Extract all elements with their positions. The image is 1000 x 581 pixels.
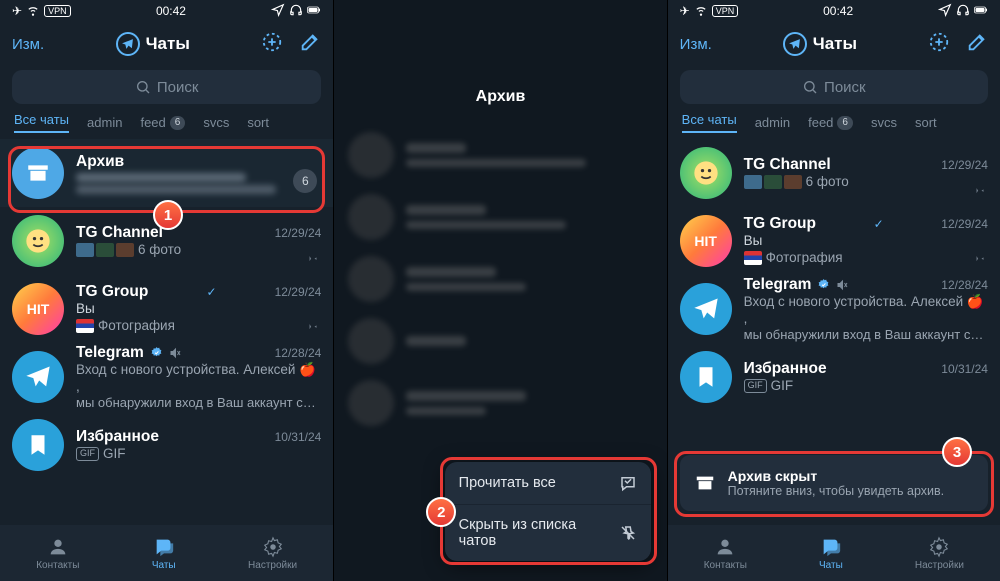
- headphones-icon: [289, 3, 303, 20]
- avatar: [680, 147, 732, 199]
- search-placeholder: Поиск: [824, 79, 866, 96]
- avatar: [12, 419, 64, 471]
- airplane-icon: ✈: [12, 4, 22, 18]
- context-menu: Прочитать все Скрыть из списка чатов: [445, 462, 651, 561]
- header: Изм. Чаты: [0, 22, 333, 66]
- compose-button[interactable]: [966, 31, 988, 58]
- mute-icon: [169, 347, 181, 359]
- wifi-icon: [26, 3, 40, 20]
- battery-icon: [974, 3, 988, 20]
- tab-sort[interactable]: sort: [915, 115, 937, 130]
- status-time: 00:42: [156, 4, 186, 18]
- panel-step-1: ✈ VPN 00:42 Изм. Чаты: [0, 0, 333, 581]
- chat-row-tg-channel[interactable]: TG Channel12/29/24 6 фото: [668, 139, 1000, 207]
- archive-title: Архив: [334, 88, 666, 106]
- tab-contacts[interactable]: Контакты: [36, 536, 79, 571]
- archive-icon: [694, 472, 716, 494]
- search-input[interactable]: Поиск: [680, 70, 988, 104]
- tab-chats[interactable]: Чаты: [819, 536, 843, 571]
- edit-button[interactable]: Изм.: [12, 36, 44, 53]
- folder-tabs: Все чаты admin feed6 svcs sort: [0, 112, 333, 139]
- tab-all-chats[interactable]: Все чаты: [682, 112, 737, 133]
- verified-icon: [817, 278, 830, 291]
- verified-icon: [150, 346, 163, 359]
- new-chat-button[interactable]: [928, 31, 950, 58]
- archive-icon: [12, 147, 64, 199]
- bottom-tab-bar: Контакты Чаты Настройки: [668, 525, 1000, 581]
- wifi-icon: [694, 3, 708, 20]
- panel-step-3: ✈ VPN 00:42 Изм. Чаты Поиск Вс: [667, 0, 1000, 581]
- tab-feed[interactable]: feed6: [140, 115, 185, 130]
- tab-all-chats[interactable]: Все чаты: [14, 112, 69, 133]
- page-title: Чаты: [813, 34, 857, 54]
- panel-step-2: Архив Прочитать все Скрыть из списка чат…: [333, 0, 666, 581]
- avatar: [680, 283, 732, 335]
- tab-settings[interactable]: Настройки: [915, 536, 964, 571]
- telegram-logo-icon: [116, 32, 140, 56]
- tab-feed[interactable]: feed6: [808, 115, 853, 130]
- tab-contacts[interactable]: Контакты: [704, 536, 747, 571]
- read-all-icon: [619, 474, 637, 492]
- headphones-icon: [956, 3, 970, 20]
- chat-row-tg-group[interactable]: HIT TG Group ✓ 12/29/24 Вы Фотография: [0, 275, 333, 343]
- tab-admin[interactable]: admin: [755, 115, 790, 130]
- step-badge-3: 3: [942, 437, 972, 467]
- telegram-logo-icon: [783, 32, 807, 56]
- location-icon: [938, 3, 952, 20]
- pin-icon: [972, 250, 986, 267]
- photo-thumbnails: [76, 243, 134, 257]
- toast-archive-hidden: Архив скрыт Потяните вниз, чтобы увидеть…: [680, 455, 988, 511]
- vpn-badge: VPN: [44, 5, 71, 17]
- read-check-icon: ✓: [206, 285, 216, 299]
- unpin-icon: [619, 524, 637, 542]
- mute-icon: [836, 279, 848, 291]
- edit-button[interactable]: Изм.: [680, 36, 712, 53]
- new-chat-button[interactable]: [261, 31, 283, 58]
- avatar: HIT: [12, 283, 64, 335]
- chat-row-tg-group[interactable]: HIT TG Group ✓ 12/29/24 Вы Фотография: [668, 207, 1000, 275]
- avatar: [680, 351, 732, 403]
- pin-icon: [972, 182, 986, 199]
- chat-row-archive[interactable]: Архив 6: [0, 139, 333, 207]
- tab-sort[interactable]: sort: [247, 115, 269, 130]
- search-icon: [135, 79, 151, 95]
- location-icon: [271, 3, 285, 20]
- search-placeholder: Поиск: [157, 79, 199, 96]
- status-bar: ✈ VPN 00:42: [668, 0, 1000, 22]
- pin-icon: [305, 250, 319, 267]
- pin-icon: [305, 318, 319, 335]
- airplane-icon: ✈: [680, 4, 690, 18]
- search-icon: [802, 79, 818, 95]
- avatar: [12, 351, 64, 403]
- menu-hide-from-list[interactable]: Скрыть из списка чатов: [445, 504, 651, 561]
- status-bar: ✈ VPN 00:42: [0, 0, 333, 22]
- avatar: [12, 215, 64, 267]
- status-time: 00:42: [823, 4, 853, 18]
- search-input[interactable]: Поиск: [12, 70, 321, 104]
- battery-icon: [307, 3, 321, 20]
- chat-row-telegram[interactable]: Telegram 12/28/24 Вход с нового устройст…: [0, 343, 333, 411]
- chat-row-telegram[interactable]: Telegram 12/28/24 Вход с нового устройст…: [668, 275, 1000, 343]
- chat-row-saved[interactable]: Избранное10/31/24 GIF GIF: [668, 343, 1000, 411]
- compose-button[interactable]: [299, 31, 321, 58]
- menu-read-all[interactable]: Прочитать все: [445, 462, 651, 504]
- vpn-badge: VPN: [712, 5, 739, 17]
- tab-chats[interactable]: Чаты: [152, 536, 176, 571]
- read-check-icon: ✓: [874, 217, 884, 231]
- chat-row-saved[interactable]: Избранное 10/31/24 GIF GIF: [0, 411, 333, 479]
- tab-svcs[interactable]: svcs: [871, 115, 897, 130]
- step-badge-1: 1: [153, 200, 183, 230]
- avatar: HIT: [680, 215, 732, 267]
- folder-tabs: Все чаты admin feed6 svcs sort: [668, 112, 1000, 139]
- tab-svcs[interactable]: svcs: [203, 115, 229, 130]
- page-title: Чаты: [146, 34, 190, 54]
- tab-admin[interactable]: admin: [87, 115, 122, 130]
- header: Изм. Чаты: [668, 22, 1000, 66]
- tab-settings[interactable]: Настройки: [248, 536, 297, 571]
- bottom-tab-bar: Контакты Чаты Настройки: [0, 525, 333, 581]
